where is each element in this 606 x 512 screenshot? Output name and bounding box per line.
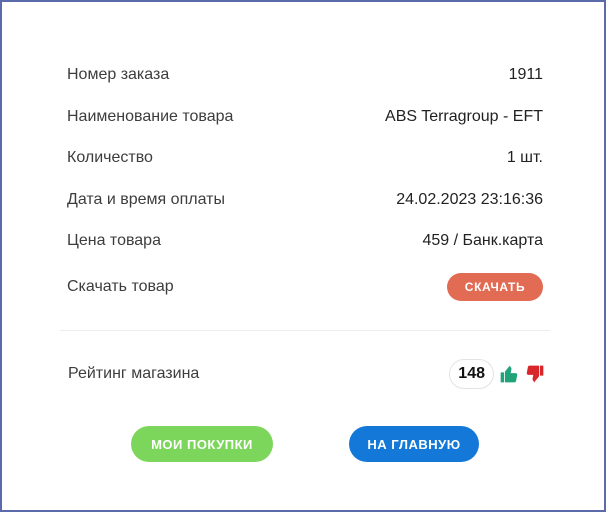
payment-datetime-row: Дата и время оплаты 24.02.2023 23:16:36 [67,188,543,212]
quantity-row: Количество 1 шт. [67,146,543,170]
download-row: Скачать товар СКАЧАТЬ [67,273,543,301]
quantity-label: Количество [67,149,153,166]
thumbs-down-icon[interactable] [524,363,546,385]
price-label: Цена товара [67,232,161,249]
divider [60,330,550,331]
shop-rating-label: Рейтинг магазина [68,365,200,382]
my-purchases-button[interactable]: МОИ ПОКУПКИ [131,426,273,462]
quantity-value: 1 шт. [506,149,543,166]
shop-rating-row: Рейтинг магазина 148 [68,358,546,390]
rating-controls: 148 [449,359,546,389]
order-number-value: 1911 [508,66,543,83]
product-name-row: Наименование товара ABS Terragroup - EFT [67,105,543,129]
order-number-row: Номер заказа 1911 [67,63,543,87]
download-label: Скачать товар [67,278,174,295]
price-row: Цена товара 459 / Банк.карта [67,229,543,253]
product-name-label: Наименование товара [67,108,234,125]
thumbs-up-icon[interactable] [498,363,520,385]
payment-datetime-label: Дата и время оплаты [67,191,225,208]
home-button[interactable]: НА ГЛАВНУЮ [349,426,479,462]
download-button[interactable]: СКАЧАТЬ [447,273,543,301]
purchase-details-panel: Номер заказа 1911 Наименование товара AB… [0,0,606,512]
rating-count-badge: 148 [449,359,494,389]
product-name-value: ABS Terragroup - EFT [385,108,543,125]
payment-datetime-value: 24.02.2023 23:16:36 [396,191,543,208]
price-value: 459 / Банк.карта [422,232,543,249]
order-number-label: Номер заказа [67,66,170,83]
